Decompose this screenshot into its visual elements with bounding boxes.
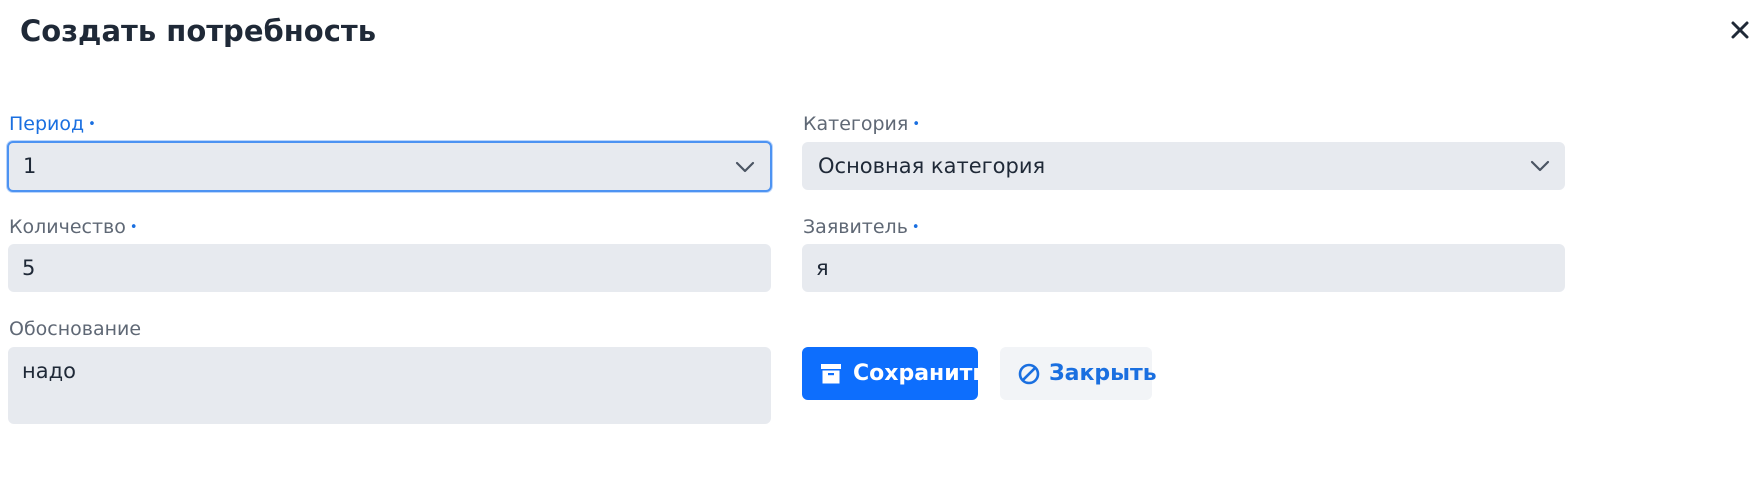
required-mark: • <box>911 220 920 235</box>
justification-label-text: Обоснование <box>9 318 142 340</box>
archive-box-icon <box>821 363 841 383</box>
cancel-button[interactable]: Закрыть <box>1000 347 1157 400</box>
required-mark: • <box>88 117 96 132</box>
category-label: Категория • <box>803 112 920 139</box>
cancel-button-label: Закрыть <box>1049 361 1157 386</box>
close-icon <box>1731 21 1749 39</box>
chevron-down-icon <box>735 161 755 172</box>
quantity-value: 5 <box>22 256 36 280</box>
category-select[interactable]: Основная категория <box>802 142 1565 190</box>
dialog-title: Создать потребность <box>20 14 377 48</box>
quantity-input[interactable]: 5 <box>8 244 771 292</box>
justification-value: надо <box>22 359 76 383</box>
chevron-down-icon <box>1530 160 1550 172</box>
save-button-label: Сохранить <box>853 361 987 386</box>
category-label-text: Категория <box>803 113 909 135</box>
period-label-text: Период <box>9 113 85 135</box>
create-need-dialog: Создать потребность Период • 1 Категория •… <box>0 0 1763 481</box>
ban-icon <box>1018 363 1040 384</box>
close-button[interactable] <box>1728 18 1752 42</box>
justification-label: Обоснование <box>9 317 141 341</box>
period-value: 1 <box>23 154 37 178</box>
justification-textarea[interactable]: надо <box>8 347 771 424</box>
category-value: Основная категория <box>818 154 1046 178</box>
quantity-label: Количество • <box>9 215 138 242</box>
save-button[interactable]: Сохранить <box>802 347 986 400</box>
applicant-label-text: Заявитель <box>803 216 908 238</box>
required-mark: • <box>129 220 138 235</box>
required-mark: • <box>912 117 921 132</box>
applicant-label: Заявитель • <box>803 215 920 242</box>
applicant-input[interactable]: я <box>802 244 1565 292</box>
period-label: Период • <box>9 112 96 139</box>
applicant-value: я <box>816 256 829 280</box>
period-select[interactable]: 1 <box>7 141 772 192</box>
quantity-label-text: Количество <box>9 216 126 238</box>
